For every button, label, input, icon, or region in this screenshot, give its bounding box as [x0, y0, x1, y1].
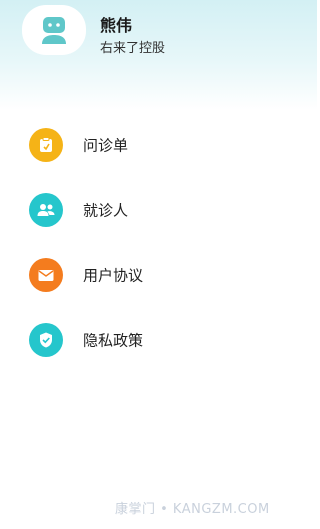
- menu-item-label: 隐私政策: [83, 331, 144, 349]
- menu-item-label: 就诊人: [83, 201, 129, 219]
- watermark: 康掌门 • KANGZM.COM: [115, 502, 270, 517]
- menu-item-consult-form[interactable]: 问诊单: [0, 112, 317, 177]
- consult-form-icon: [29, 127, 63, 162]
- menu-item-label: 用户协议: [83, 266, 144, 284]
- menu-item-user-agreement[interactable]: 用户协议: [0, 242, 317, 307]
- menu-item-label: 问诊单: [83, 136, 129, 154]
- avatar[interactable]: [22, 5, 86, 55]
- privacy-shield-icon: [29, 322, 63, 357]
- profile-organization: 右来了控股: [100, 41, 166, 56]
- menu-item-patients[interactable]: 就诊人: [0, 177, 317, 242]
- menu-list: 问诊单 就诊人 用户协议 隐私政策: [0, 112, 317, 372]
- profile-name: 熊伟: [100, 16, 133, 35]
- user-avatar-icon: [42, 17, 66, 44]
- agreement-icon: [29, 257, 63, 292]
- patients-icon: [29, 192, 63, 227]
- menu-item-privacy-policy[interactable]: 隐私政策: [0, 307, 317, 372]
- profile-header: 熊伟 右来了控股: [0, 0, 317, 110]
